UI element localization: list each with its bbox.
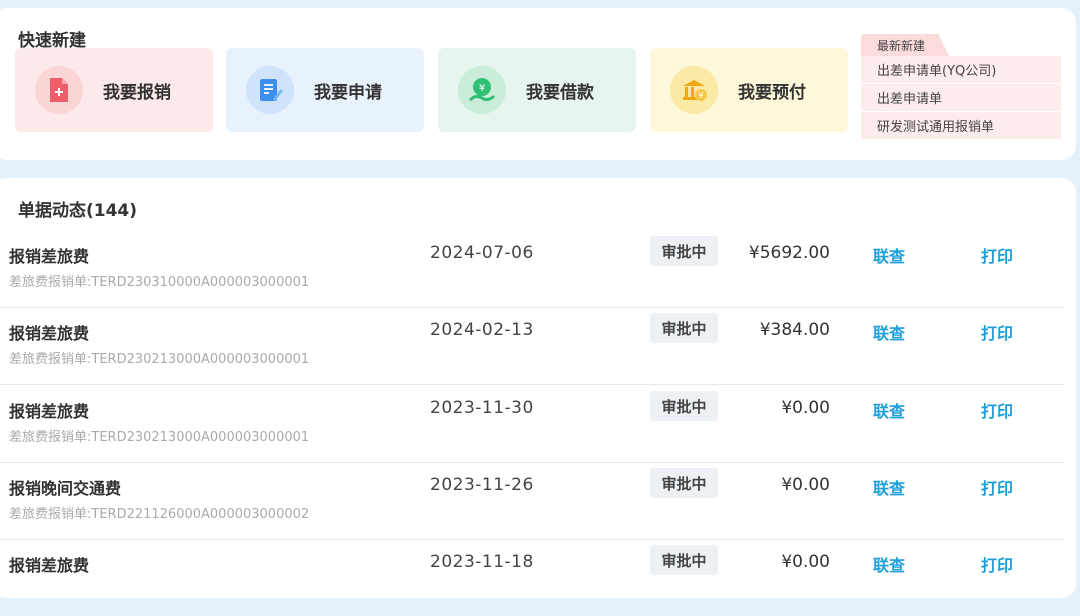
print-link[interactable]: 打印	[981, 398, 1013, 422]
document-date: 2023-11-26	[430, 475, 534, 495]
query-link[interactable]: 联查	[873, 320, 905, 344]
status-badge: 审批中	[650, 468, 718, 498]
status-badge: 审批中	[650, 236, 718, 266]
prepay-label: 我要预付	[738, 82, 806, 103]
document-name: 报销差旅费	[9, 402, 90, 421]
query-link[interactable]: 联查	[873, 243, 905, 267]
status-badge: 审批中	[650, 545, 718, 575]
status-badge: 审批中	[650, 391, 718, 421]
reimburse-tile[interactable]: 我要报销	[15, 48, 213, 132]
document-number: 差旅费报销单:TERD221126000A000003000002	[9, 507, 310, 522]
print-link[interactable]: 打印	[981, 475, 1013, 499]
document-amount: ¥0.00	[781, 398, 830, 418]
print-link[interactable]: 打印	[981, 320, 1013, 344]
bank-coin-icon: ¥	[670, 66, 718, 114]
prepay-tile[interactable]: ¥ 我要预付	[650, 48, 848, 132]
print-link[interactable]: 打印	[981, 552, 1013, 576]
document-row[interactable]: 报销差旅费 2023-11-18 审批中 ¥0.00 联查 打印	[0, 538, 1064, 616]
document-name: 报销差旅费	[9, 556, 90, 575]
apply-tile[interactable]: 我要申请	[226, 48, 424, 132]
document-name: 报销差旅费	[9, 247, 90, 266]
document-number: 差旅费报销单:TERD230213000A000003000001	[9, 430, 310, 445]
document-date: 2023-11-18	[430, 552, 534, 572]
svg-text:¥: ¥	[698, 91, 703, 100]
documents-title: 单据动态(144)	[18, 201, 138, 221]
document-amount: ¥0.00	[781, 552, 830, 572]
document-date: 2024-02-13	[430, 320, 534, 340]
document-row[interactable]: 报销差旅费 差旅费报销单:TERD230213000A000003000001 …	[0, 306, 1064, 385]
document-amount: ¥0.00	[781, 475, 830, 495]
svg-text:¥: ¥	[479, 83, 485, 94]
reimburse-label: 我要报销	[103, 82, 171, 103]
money-hand-icon: ¥	[458, 66, 506, 114]
recent-item[interactable]: 出差申请单(YQ公司)	[861, 56, 1061, 83]
recent-created-tab: 最新新建	[861, 34, 949, 56]
document-date: 2024-07-06	[430, 243, 534, 263]
document-row[interactable]: 报销差旅费 差旅费报销单:TERD230310000A000003000001 …	[0, 229, 1064, 308]
document-amount: ¥5692.00	[748, 243, 830, 263]
recent-created-list: 出差申请单(YQ公司) 出差申请单 研发测试通用报销单	[861, 56, 1061, 140]
edit-document-icon	[246, 66, 294, 114]
query-link[interactable]: 联查	[873, 552, 905, 576]
document-plus-icon	[35, 66, 83, 114]
apply-label: 我要申请	[314, 82, 382, 103]
document-number: 差旅费报销单:TERD230310000A000003000001	[9, 275, 310, 290]
query-link[interactable]: 联查	[873, 398, 905, 422]
document-number: 差旅费报销单:TERD230213000A000003000001	[9, 352, 310, 367]
document-amount: ¥384.00	[759, 320, 830, 340]
query-link[interactable]: 联查	[873, 475, 905, 499]
loan-label: 我要借款	[526, 82, 594, 103]
document-row[interactable]: 报销差旅费 差旅费报销单:TERD230213000A000003000001 …	[0, 384, 1064, 463]
document-row[interactable]: 报销晚间交通费 差旅费报销单:TERD221126000A00000300000…	[0, 461, 1064, 540]
recent-item[interactable]: 研发测试通用报销单	[861, 112, 1061, 139]
document-name: 报销差旅费	[9, 324, 90, 343]
print-link[interactable]: 打印	[981, 243, 1013, 267]
loan-tile[interactable]: ¥ 我要借款	[438, 48, 636, 132]
status-badge: 审批中	[650, 313, 718, 343]
document-date: 2023-11-30	[430, 398, 534, 418]
document-name: 报销晚间交通费	[9, 479, 122, 498]
recent-item[interactable]: 出差申请单	[861, 84, 1061, 111]
